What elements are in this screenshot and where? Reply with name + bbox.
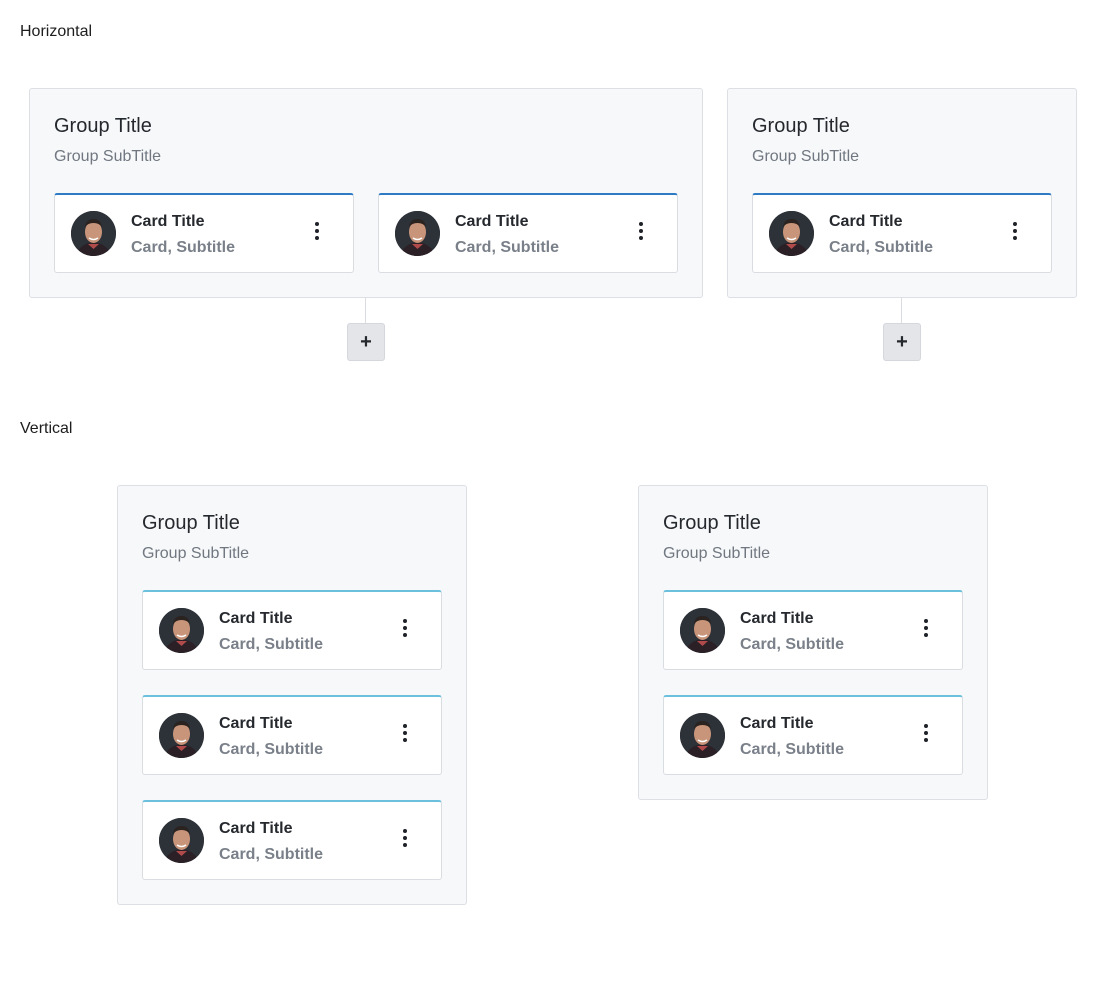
card-title: Card Title [219,820,293,837]
group-title: Group Title [142,512,240,534]
card[interactable]: Card Title Card, Subtitle [54,193,354,273]
vertical-section-label: Vertical [20,420,73,437]
kebab-menu-icon[interactable] [393,719,417,747]
card[interactable]: Card Title Card, Subtitle [142,695,442,775]
kebab-menu-icon[interactable] [393,824,417,852]
avatar [680,713,725,758]
group-subtitle: Group SubTitle [752,148,860,165]
card-subtitle: Card, Subtitle [219,846,324,863]
kebab-menu-icon[interactable] [914,614,938,642]
avatar [395,211,440,256]
horizontal-group-1: Group Title Group SubTitle Card Title Ca… [29,88,703,298]
avatar [680,608,725,653]
add-button[interactable]: + [347,323,385,361]
connector-line [901,298,902,324]
card-title: Card Title [219,610,293,627]
vertical-group-1: Group Title Group SubTitle Card Title Ca… [117,485,467,905]
card[interactable]: Card Title Card, Subtitle [378,193,678,273]
group-title: Group Title [752,115,850,137]
card-subtitle: Card, Subtitle [219,636,324,653]
card-subtitle: Card, Subtitle [219,741,324,758]
group-title: Group Title [663,512,761,534]
card-subtitle: Card, Subtitle [455,239,560,256]
card[interactable]: Card Title Card, Subtitle [142,590,442,670]
card-title: Card Title [829,213,903,230]
card-subtitle: Card, Subtitle [740,741,845,758]
connector-line [365,298,366,324]
card-title: Card Title [740,715,814,732]
group-subtitle: Group SubTitle [142,545,250,562]
group-title: Group Title [54,115,152,137]
card-title: Card Title [131,213,205,230]
card[interactable]: Card Title Card, Subtitle [663,695,963,775]
card-title: Card Title [740,610,814,627]
horizontal-section-label: Horizontal [20,23,93,40]
card-title: Card Title [219,715,293,732]
avatar [159,608,204,653]
card[interactable]: Card Title Card, Subtitle [663,590,963,670]
card[interactable]: Card Title Card, Subtitle [142,800,442,880]
card-subtitle: Card, Subtitle [131,239,236,256]
kebab-menu-icon[interactable] [393,614,417,642]
group-subtitle: Group SubTitle [663,545,771,562]
card-subtitle: Card, Subtitle [829,239,934,256]
kebab-menu-icon[interactable] [629,217,653,245]
vertical-group-2: Group Title Group SubTitle Card Title Ca… [638,485,988,800]
avatar [159,818,204,863]
add-button[interactable]: + [883,323,921,361]
card-title: Card Title [455,213,529,230]
kebab-menu-icon[interactable] [305,217,329,245]
kebab-menu-icon[interactable] [1003,217,1027,245]
horizontal-group-2: Group Title Group SubTitle Card Title Ca… [727,88,1077,298]
group-subtitle: Group SubTitle [54,148,162,165]
avatar [769,211,814,256]
card[interactable]: Card Title Card, Subtitle [752,193,1052,273]
kebab-menu-icon[interactable] [914,719,938,747]
avatar [71,211,116,256]
avatar [159,713,204,758]
card-subtitle: Card, Subtitle [740,636,845,653]
